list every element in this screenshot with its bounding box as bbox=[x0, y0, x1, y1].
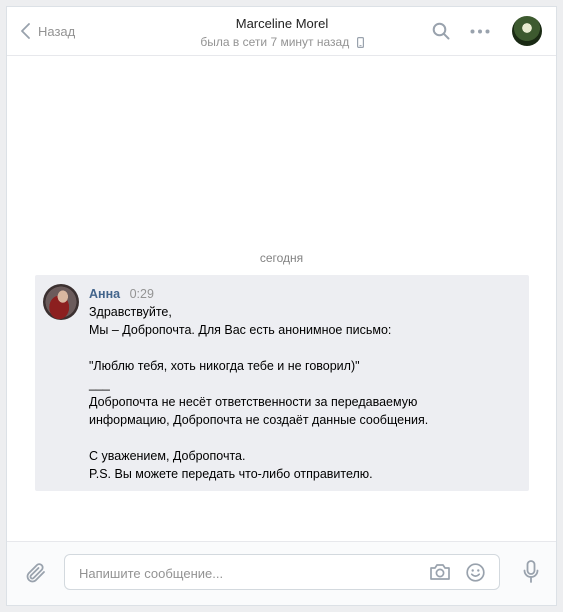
chat-header: Назад Marceline Morel была в сети 7 мину… bbox=[7, 7, 556, 56]
chat-window: Назад Marceline Morel была в сети 7 мину… bbox=[6, 6, 557, 606]
message-item: Анна 0:29 Здравствуйте, Мы – Добропочта.… bbox=[35, 275, 529, 491]
message-input-box[interactable] bbox=[64, 554, 500, 591]
message-line: Добропочта не несёт ответственности за п… bbox=[89, 395, 418, 409]
message-line: P.S. Вы можете передать что-либо отправи… bbox=[89, 467, 373, 481]
author-name[interactable]: Анна bbox=[89, 287, 120, 301]
message-line: "Люблю тебя, хоть никогда тебе и не гово… bbox=[89, 359, 360, 373]
peer-name: Marceline Morel bbox=[235, 16, 329, 31]
author-avatar[interactable] bbox=[43, 284, 79, 320]
peer-info[interactable]: Marceline Morel была в сети 7 минут наза… bbox=[157, 16, 407, 50]
search-icon[interactable] bbox=[432, 22, 450, 40]
message-input[interactable] bbox=[77, 555, 421, 591]
last-seen-text: была в сети 7 минут назад bbox=[200, 35, 350, 49]
message-line: ___ bbox=[89, 377, 110, 391]
more-options-icon[interactable] bbox=[470, 29, 490, 34]
message-line: Мы – Добропочта. Для Вас есть анонимное … bbox=[89, 323, 392, 337]
message-text: Здравствуйте, Мы – Добропочта. Для Вас е… bbox=[89, 303, 519, 483]
back-button[interactable]: Назад bbox=[21, 21, 75, 41]
mobile-phone-icon bbox=[356, 37, 364, 49]
peer-status: была в сети 7 минут назад bbox=[157, 34, 407, 50]
microphone-icon[interactable] bbox=[523, 560, 539, 584]
message-line: Здравствуйте, bbox=[89, 305, 172, 319]
message-line bbox=[89, 339, 519, 357]
message-meta: Анна 0:29 bbox=[89, 286, 519, 302]
message-line bbox=[89, 429, 519, 447]
back-label: Назад bbox=[38, 23, 76, 39]
message-time[interactable]: 0:29 bbox=[130, 287, 154, 301]
message-body: Анна 0:29 Здравствуйте, Мы – Добропочта.… bbox=[89, 286, 519, 483]
message-line: С уважением, Добропочта. bbox=[89, 449, 246, 463]
date-separator: сегодня bbox=[259, 251, 304, 265]
emoji-icon[interactable] bbox=[466, 563, 485, 582]
paperclip-icon[interactable] bbox=[25, 561, 47, 585]
message-line: информацию, Добропочта не создаёт данные… bbox=[89, 413, 429, 427]
chevron-left-icon bbox=[21, 23, 30, 39]
camera-icon[interactable] bbox=[429, 563, 451, 581]
message-composer bbox=[7, 541, 556, 605]
peer-avatar[interactable] bbox=[512, 16, 542, 46]
